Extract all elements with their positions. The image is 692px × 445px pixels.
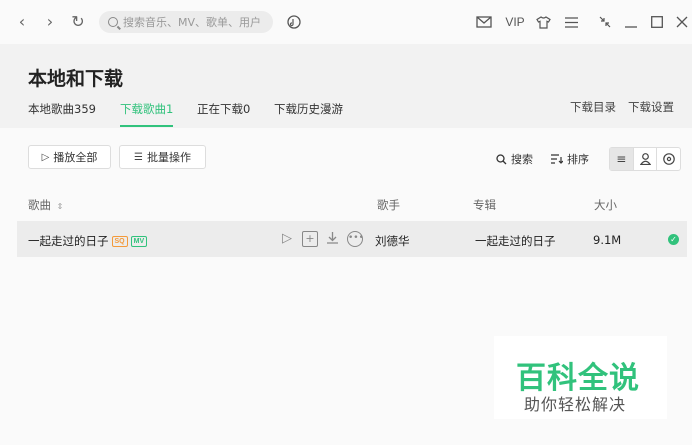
person-icon <box>639 153 651 165</box>
sq-quality-badge: SQ <box>111 236 128 247</box>
sort-toggle-icon: ⇕ <box>56 202 64 211</box>
size-cell: 9.1M <box>593 233 622 247</box>
search-box[interactable] <box>99 11 273 33</box>
tshirt-icon <box>535 16 551 29</box>
view-mode-switcher: ≡ <box>609 147 681 171</box>
album-view-button[interactable] <box>657 148 680 170</box>
download-song-button[interactable] <box>324 231 340 247</box>
minimize-button[interactable] <box>622 12 640 32</box>
tab-local-songs[interactable]: 本地歌曲359 <box>28 101 96 127</box>
album-cell[interactable]: 一起走过的日子 <box>475 233 556 249</box>
play-icon: ▷ <box>282 231 292 246</box>
batch-list-icon: ☰ <box>134 151 143 163</box>
list-search-button[interactable]: 搜索 <box>496 151 533 167</box>
watermark-subtitle: 助你轻松解决 <box>524 395 627 414</box>
artist-view-button[interactable] <box>634 148 658 170</box>
list-search-label: 搜索 <box>511 153 533 166</box>
plus-icon: + <box>305 232 315 245</box>
column-header-album: 专辑 <box>473 198 496 212</box>
play-song-button[interactable]: ▷ <box>279 231 295 247</box>
title-bar: ‹ › ↻ VIP <box>0 0 692 44</box>
download-settings-link[interactable]: 下载设置 <box>628 99 674 115</box>
download-directory-link[interactable]: 下载目录 <box>570 99 616 115</box>
mv-badge[interactable]: MV <box>130 236 148 247</box>
more-dots-icon: ••• <box>348 233 364 243</box>
page-header: 本地和下载 本地歌曲359 下载歌曲1 正在下载0 下载历史漫游 下载目录 下载… <box>0 44 692 128</box>
page-title: 本地和下载 <box>28 68 124 90</box>
mail-button[interactable] <box>474 12 494 32</box>
song-title-cell: 一起走过的日子 SQ MV <box>28 233 148 249</box>
column-header-size: 大小 <box>594 198 617 212</box>
mail-icon <box>476 16 492 28</box>
song-title[interactable]: 一起走过的日子 <box>28 234 109 248</box>
refresh-icon: ↻ <box>71 12 85 31</box>
search-icon <box>108 17 118 27</box>
chevron-left-icon: ‹ <box>18 12 26 31</box>
column-header-song[interactable]: 歌曲 ⇕ <box>28 197 63 213</box>
vip-button[interactable]: VIP <box>503 12 527 32</box>
menu-icon <box>564 17 578 28</box>
forward-button[interactable]: › <box>40 12 60 32</box>
column-song-label: 歌曲 <box>28 198 51 212</box>
music-recognize-icon <box>287 15 301 29</box>
tab-download-history[interactable]: 下载历史漫游 <box>274 101 343 127</box>
close-icon <box>676 16 688 28</box>
column-header-artist: 歌手 <box>377 198 400 212</box>
play-all-button[interactable]: ▷ 播放全部 <box>28 145 111 169</box>
artist-cell[interactable]: 刘德华 <box>375 233 410 249</box>
maximize-button[interactable] <box>648 12 666 32</box>
downloaded-check-icon: ✓ <box>668 234 679 245</box>
shrink-icon <box>599 16 611 28</box>
mini-mode-button[interactable] <box>596 12 614 32</box>
list-view-button[interactable]: ≡ <box>610 148 634 170</box>
more-options-button[interactable]: ••• <box>347 231 364 247</box>
maximize-icon <box>651 16 663 28</box>
search-input[interactable] <box>123 15 268 29</box>
download-icon <box>326 232 338 244</box>
sort-icon <box>551 154 563 164</box>
add-to-playlist-button[interactable]: + <box>302 231 318 247</box>
minimize-icon <box>625 26 637 28</box>
batch-operation-label: 批量操作 <box>146 151 191 164</box>
main-menu-button[interactable] <box>562 12 580 32</box>
tab-downloaded-songs[interactable]: 下载歌曲1 <box>120 101 174 127</box>
skin-button[interactable] <box>534 12 552 32</box>
table-row[interactable]: 一起走过的日子 SQ MV ▷ + ••• 刘德华 一起走过的日子 9.1M ✓ <box>17 221 687 257</box>
play-all-label: 播放全部 <box>53 151 98 164</box>
listen-recognize-button[interactable] <box>285 12 303 32</box>
disc-icon <box>662 153 675 165</box>
watermark-logo: 百科全说 助你轻松解决 <box>494 336 667 419</box>
search-icon <box>496 153 507 164</box>
play-icon: ▷ <box>41 151 50 163</box>
sort-button[interactable]: 排序 <box>551 151 589 167</box>
close-button[interactable] <box>673 12 691 32</box>
list-icon: ≡ <box>616 152 627 166</box>
refresh-button[interactable]: ↻ <box>68 12 88 32</box>
batch-operation-button[interactable]: ☰ 批量操作 <box>119 145 206 169</box>
back-button[interactable]: ‹ <box>12 12 32 32</box>
sort-label: 排序 <box>567 153 589 166</box>
tab-downloading[interactable]: 正在下载0 <box>197 101 250 127</box>
chevron-right-icon: › <box>46 12 54 31</box>
